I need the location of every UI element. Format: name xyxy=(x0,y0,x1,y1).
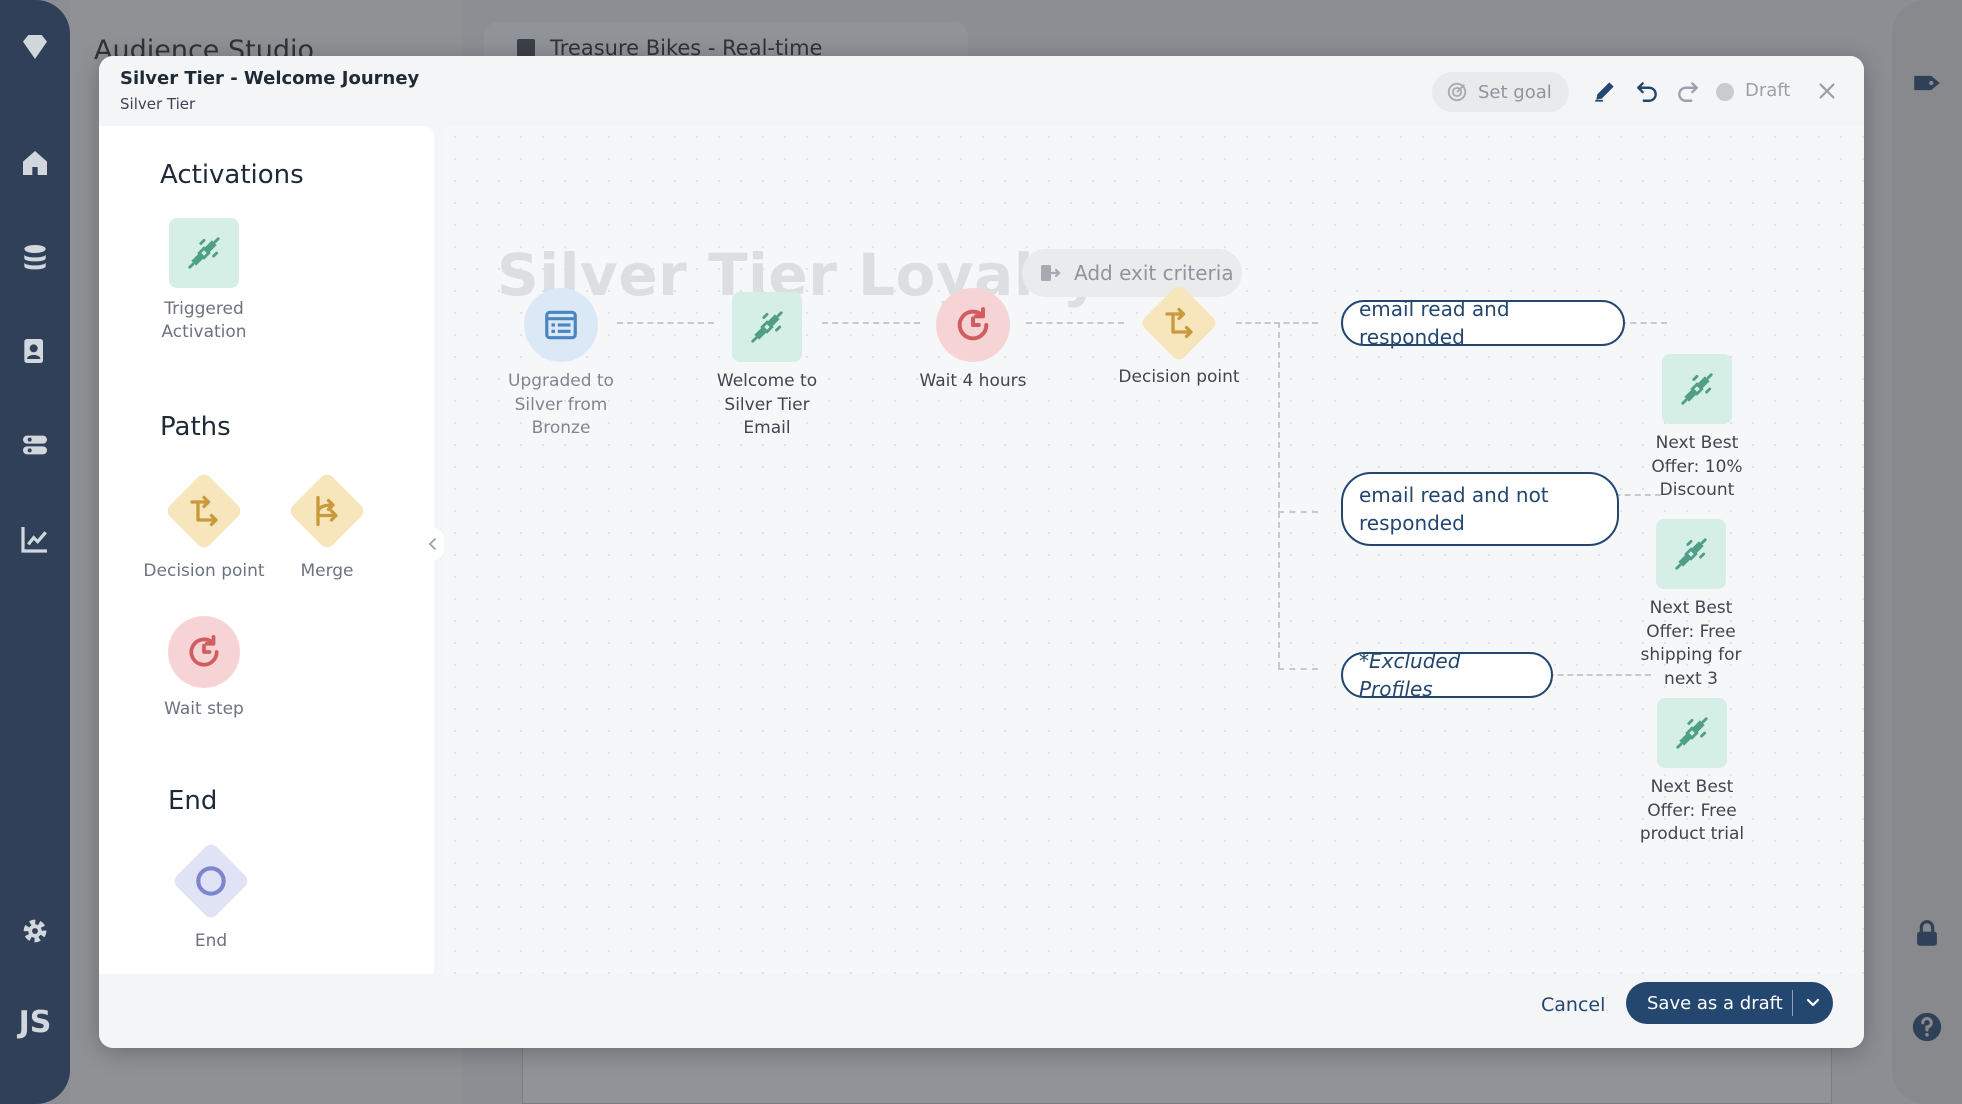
node-label: Upgraded to Silver from Bronze xyxy=(508,371,614,438)
node-label: Next Best Offer: 10% Discount xyxy=(1651,433,1743,500)
set-goal-button[interactable]: Set goal xyxy=(1432,72,1569,112)
activation-plug-icon xyxy=(1678,370,1716,408)
branch-excluded-profiles[interactable]: *Excluded Profiles xyxy=(1341,649,1553,701)
connector-line xyxy=(1236,322,1318,324)
node-label: Welcome to Silver Tier Email xyxy=(716,371,818,438)
node-label: Next Best Offer: Free product trial xyxy=(1639,777,1745,844)
journey-node-decision[interactable]: Decision point xyxy=(1114,283,1244,390)
activation-tile xyxy=(1656,519,1726,589)
connector-line xyxy=(822,322,920,324)
user-avatar-initials[interactable]: JS xyxy=(0,1005,70,1040)
redo-icon[interactable] xyxy=(1673,76,1703,106)
activation-plug-icon xyxy=(185,234,223,272)
target-icon xyxy=(1447,82,1467,102)
lock-icon[interactable] xyxy=(1910,916,1944,950)
journey-node-offer-product-trial[interactable]: Next Best Offer: Free product trial xyxy=(1627,698,1757,847)
cancel-button[interactable]: Cancel xyxy=(1541,994,1605,1016)
database-icon[interactable] xyxy=(18,240,52,274)
connector-line xyxy=(1278,511,1318,513)
branch-label: *Excluded Profiles xyxy=(1359,649,1461,701)
tag-icon[interactable] xyxy=(1910,66,1944,100)
journey-node-offer-free-shipping[interactable]: Next Best Offer: Free shipping for next … xyxy=(1626,519,1756,691)
palette-item-label: Triggered Activation xyxy=(161,299,247,342)
chevron-left-icon xyxy=(428,538,436,550)
wait-step-tile xyxy=(168,616,240,688)
palette-item-triggered-activation[interactable]: Triggered Activation xyxy=(139,218,269,344)
step-palette: Activations Triggered Activation Paths D… xyxy=(99,126,434,974)
wait-tile xyxy=(936,288,1010,362)
branch-label: email read and not responded xyxy=(1359,483,1549,535)
palette-item-label: End xyxy=(194,931,228,951)
save-as-draft-button[interactable]: Save as a draft xyxy=(1626,982,1833,1024)
settings-gear-icon[interactable] xyxy=(18,914,52,948)
journey-node-offer-discount[interactable]: Next Best Offer: 10% Discount xyxy=(1632,354,1762,503)
merge-icon xyxy=(309,493,345,529)
help-icon[interactable] xyxy=(1910,1010,1944,1044)
modal-footer: Cancel Save as a draft xyxy=(99,974,1864,1048)
palette-item-merge[interactable]: Merge xyxy=(262,471,392,583)
form-entry-icon xyxy=(542,306,580,344)
collapse-palette-button[interactable] xyxy=(420,526,446,562)
palette-item-label: Merge xyxy=(300,561,354,581)
activation-plug-icon xyxy=(1672,535,1710,573)
modal-subtitle: Silver Tier xyxy=(120,95,196,113)
modal-title: Silver Tier - Welcome Journey xyxy=(120,68,420,89)
brand-logo-icon xyxy=(18,30,52,64)
activation-tile xyxy=(732,292,802,362)
close-icon[interactable] xyxy=(1812,76,1842,106)
palette-item-decision-point[interactable]: Decision point xyxy=(139,471,269,583)
app-sidebar: JS xyxy=(0,0,70,1104)
journey-editor-modal: Silver Tier - Welcome Journey Silver Tie… xyxy=(99,56,1864,1048)
decision-branch-icon xyxy=(186,493,222,529)
paths-heading: Paths xyxy=(160,412,231,442)
palette-item-end[interactable]: End xyxy=(146,841,276,953)
activations-heading: Activations xyxy=(160,160,304,190)
edit-pencil-icon[interactable] xyxy=(1590,76,1620,106)
activation-plug-icon xyxy=(748,308,786,346)
branch-label: email read and responded xyxy=(1359,297,1510,349)
background-content xyxy=(522,1040,1832,1104)
save-options-dropdown[interactable] xyxy=(1793,998,1833,1008)
journey-node-welcome-email[interactable]: Welcome to Silver Tier Email xyxy=(702,292,832,441)
palette-item-label: Decision point xyxy=(143,561,265,581)
entry-criteria-tile xyxy=(524,288,598,362)
palette-item-label: Wait step xyxy=(164,699,244,719)
right-rail xyxy=(1892,0,1962,1104)
end-circle-icon xyxy=(196,866,226,896)
palette-item-wait-step[interactable]: Wait step xyxy=(139,616,269,721)
connector-line xyxy=(1026,322,1124,324)
connector-line xyxy=(1278,668,1318,670)
exit-door-icon xyxy=(1041,265,1061,281)
decision-branch-icon xyxy=(1161,305,1197,341)
activation-tile xyxy=(1662,354,1732,424)
activation-tile xyxy=(1657,698,1727,768)
node-label: Next Best Offer: Free shipping for next … xyxy=(1640,598,1742,689)
journey-node-wait[interactable]: Wait 4 hours xyxy=(908,288,1038,394)
segments-icon[interactable] xyxy=(18,428,52,462)
branch-connector-line xyxy=(1278,322,1280,668)
branch-email-read-not-responded[interactable]: email read and not responded xyxy=(1341,472,1619,546)
node-label: Wait 4 hours xyxy=(919,371,1027,391)
connector-line xyxy=(617,322,714,324)
node-label: Decision point xyxy=(1118,367,1240,387)
set-goal-label: Set goal xyxy=(1478,81,1552,103)
modal-header: Silver Tier - Welcome Journey Silver Tie… xyxy=(99,56,1864,126)
audience-icon[interactable] xyxy=(18,334,52,368)
journey-node-entry[interactable]: Upgraded to Silver from Bronze xyxy=(496,288,626,441)
save-as-draft-label: Save as a draft xyxy=(1647,992,1783,1014)
journey-canvas[interactable]: Silver Tier Loyalty Add exit criteria Up… xyxy=(444,126,1864,974)
end-heading: End xyxy=(168,786,218,816)
draft-status-dot xyxy=(1716,83,1734,101)
clock-wait-icon xyxy=(953,305,993,345)
add-exit-criteria-label: Add exit criteria xyxy=(1074,261,1234,285)
activation-plug-icon xyxy=(1673,714,1711,752)
branch-email-read-responded[interactable]: email read and responded xyxy=(1341,297,1625,349)
chevron-down-icon xyxy=(1806,998,1820,1007)
triggered-activation-tile xyxy=(169,218,239,288)
analytics-icon[interactable] xyxy=(18,522,52,556)
home-icon[interactable] xyxy=(18,146,52,180)
undo-icon[interactable] xyxy=(1632,76,1662,106)
clock-wait-icon xyxy=(185,633,223,671)
draft-status-label: Draft xyxy=(1745,80,1791,101)
